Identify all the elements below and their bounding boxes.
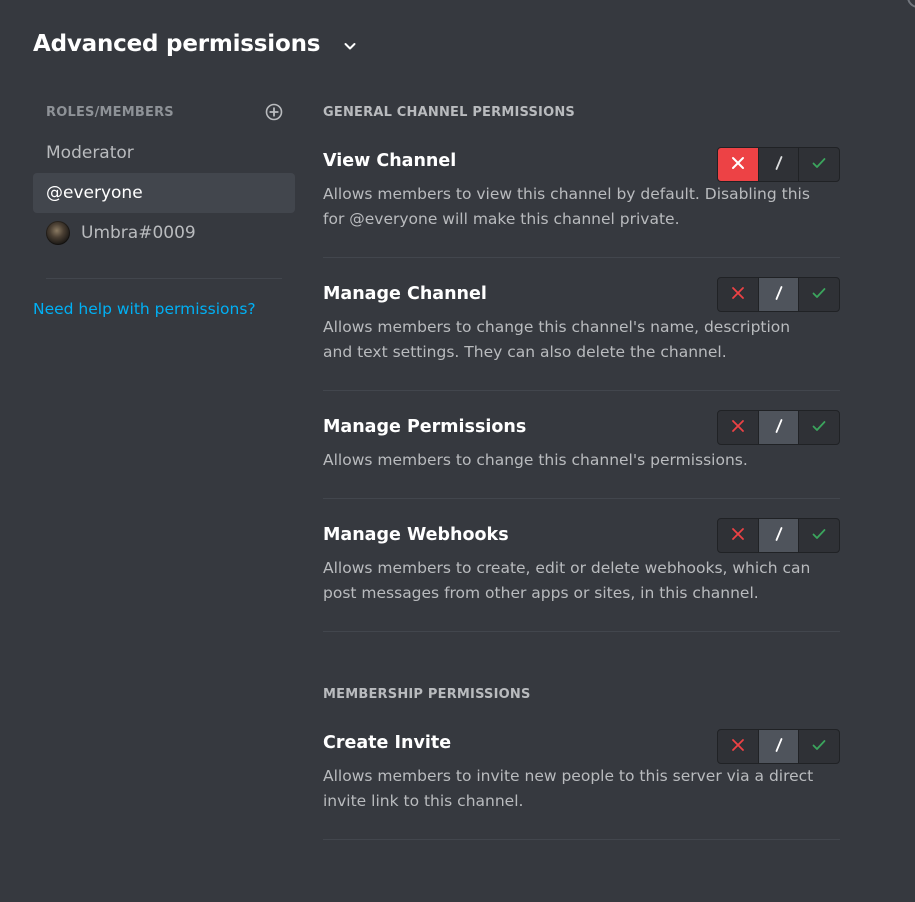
slash-icon [772,526,786,546]
slash-icon [772,155,786,175]
roles-sidebar: ROLES/MEMBERS Moderator @everyone Umbra#… [33,96,295,318]
allow-button[interactable] [798,148,839,181]
deny-button[interactable] [718,519,758,552]
check-icon [811,418,827,437]
roles-members-label: ROLES/MEMBERS [46,104,174,120]
slash-icon [772,737,786,757]
sidebar-divider [46,278,282,279]
allow-button[interactable] [798,411,839,444]
deny-button[interactable] [718,730,758,763]
advanced-permissions-page: Advanced permissions ROLES/MEMBERS Moder… [0,0,915,902]
chevron-down-icon[interactable] [342,38,358,54]
member-label: Umbra#0009 [81,223,196,243]
permission-description: Allows members to create, edit or delete… [323,559,811,602]
passthrough-button[interactable] [757,411,799,444]
x-icon [731,285,745,304]
permission-description: Allows members to change this channel's … [323,451,748,469]
x-icon [731,418,745,437]
add-circle-icon[interactable] [265,103,283,121]
slash-icon [772,285,786,305]
permissions-main: GENERAL CHANNEL PERMISSIONS View Channel… [323,96,840,840]
role-label: Moderator [46,143,134,163]
permission-description: Allows members to invite new people to t… [323,767,814,810]
permission-toggle [717,147,840,182]
permission-description: Allows members to view this channel by d… [323,185,810,228]
page-title: Advanced permissions [33,31,321,57]
x-icon [731,155,745,174]
passthrough-button[interactable] [757,278,799,311]
role-item-moderator[interactable]: Moderator [33,133,295,173]
permission-row: View Channel Allows members to view this… [323,128,840,258]
check-icon [811,285,827,304]
x-icon [731,737,745,756]
permission-description: Allows members to change this channel's … [323,318,791,361]
membership-permissions-heading: MEMBERSHIP PERMISSIONS [323,686,531,702]
corner-circle-icon [907,0,915,8]
passthrough-button[interactable] [757,519,799,552]
avatar [46,221,70,245]
deny-button[interactable] [718,148,758,181]
general-permissions-heading: GENERAL CHANNEL PERMISSIONS [323,104,575,120]
role-label: @everyone [46,183,143,203]
permission-row: Manage Webhooks Allows members to create… [323,499,840,632]
permission-toggle [717,518,840,553]
check-icon [811,737,827,756]
allow-button[interactable] [798,278,839,311]
deny-button[interactable] [718,411,758,444]
member-item-umbra[interactable]: Umbra#0009 [33,213,295,253]
check-icon [811,526,827,545]
permission-toggle [717,277,840,312]
check-icon [811,155,827,174]
permission-row: Manage Permissions Allows members to cha… [323,391,840,499]
permission-toggle [717,410,840,445]
deny-button[interactable] [718,278,758,311]
slash-icon [772,418,786,438]
passthrough-button[interactable] [757,730,799,763]
roles-header: ROLES/MEMBERS [33,96,295,128]
allow-button[interactable] [798,519,839,552]
permission-row: Manage Channel Allows members to change … [323,258,840,391]
allow-button[interactable] [798,730,839,763]
passthrough-button[interactable] [757,148,799,181]
permission-toggle [717,729,840,764]
permission-row: Create Invite Allows members to invite n… [323,710,840,840]
page-header: Advanced permissions [33,31,358,57]
x-icon [731,526,745,545]
role-item-everyone[interactable]: @everyone [33,173,295,213]
permissions-help-link[interactable]: Need help with permissions? [33,300,295,318]
